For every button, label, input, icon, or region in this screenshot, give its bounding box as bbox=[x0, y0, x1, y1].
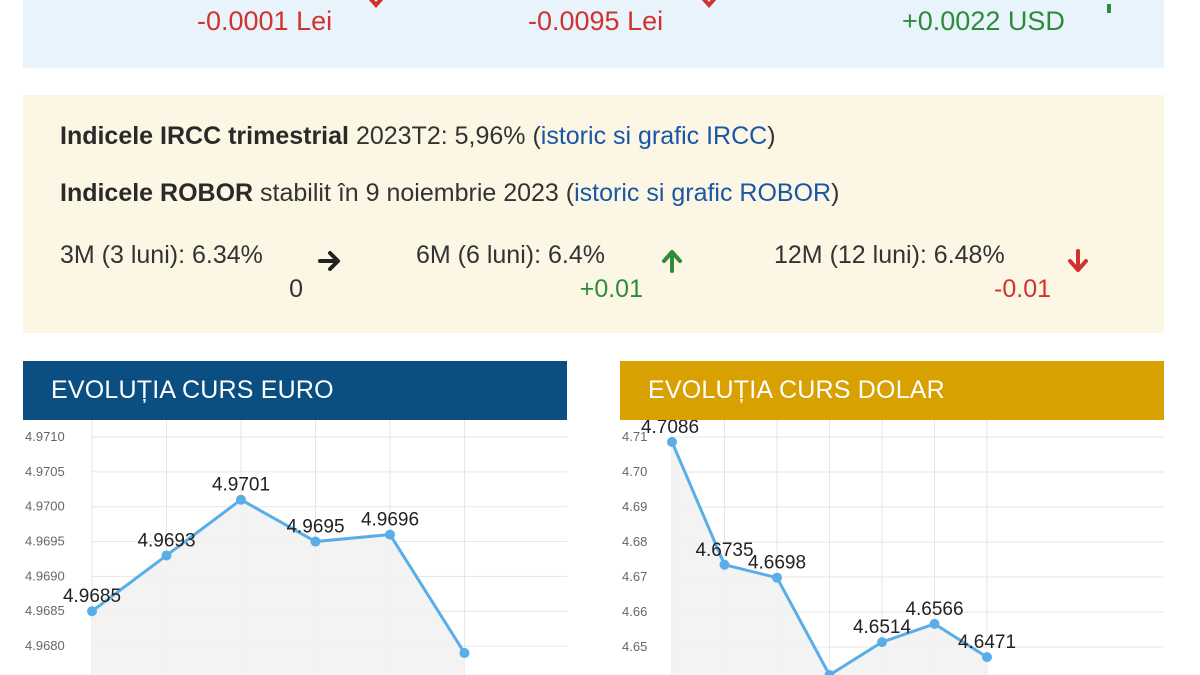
y-tick-label: 4.9705 bbox=[25, 464, 65, 479]
change-value-usd: -0.0095 Lei bbox=[528, 6, 664, 36]
arrow-down-icon bbox=[1068, 249, 1088, 272]
y-tick-label: 4.9700 bbox=[25, 499, 65, 514]
data-point[interactable] bbox=[310, 536, 321, 547]
data-point[interactable] bbox=[719, 559, 730, 570]
change-value-eur: -0.0001 Lei bbox=[197, 6, 333, 36]
data-label: 4.9693 bbox=[137, 530, 195, 551]
currency-change-panel: -0.0001 Lei -0.0095 Lei +0.0022 USD bbox=[23, 0, 1164, 68]
ircc-line: Indicele IRCC trimestrial 2023T2: 5,96% … bbox=[60, 122, 776, 151]
data-point[interactable] bbox=[236, 494, 246, 505]
robor-line: Indicele ROBOR stabilit în 9 noiembrie 2… bbox=[60, 179, 839, 208]
data-label: 4.9685 bbox=[63, 586, 121, 607]
ircc-history-link[interactable]: istoric si grafic IRCC bbox=[541, 122, 767, 150]
data-point[interactable] bbox=[772, 572, 782, 583]
data-point[interactable] bbox=[877, 637, 887, 648]
ircc-value: 2023T2: 5,96% ( bbox=[355, 122, 541, 150]
robor-delta-3m: 0 bbox=[289, 275, 303, 303]
robor-rate-12m: 12M (12 luni): 6.48% bbox=[774, 241, 1005, 269]
dolar-chart-area: 4.71 4.70 4.69 4.68 4.67 4.66 4.65 4.7086 4.6735… bbox=[620, 420, 1164, 675]
y-tick-label: 4.65 bbox=[622, 639, 647, 654]
data-label: 4.9696 bbox=[361, 510, 419, 531]
data-label: 4.6566 bbox=[905, 599, 963, 620]
y-tick-label: 4.69 bbox=[622, 499, 647, 514]
arrow-down-icon bbox=[365, 0, 387, 14]
dolar-chart-title: EVOLUȚIA CURS DOLAR bbox=[620, 361, 1164, 420]
arrow-up-icon bbox=[1104, 0, 1114, 22]
y-tick-label: 4.9690 bbox=[25, 568, 65, 583]
y-tick-label: 4.70 bbox=[622, 464, 647, 479]
robor-delta-6m: +0.01 bbox=[579, 275, 643, 303]
data-point[interactable] bbox=[161, 550, 172, 561]
data-label: 4.6735 bbox=[695, 540, 753, 561]
data-point[interactable] bbox=[982, 652, 992, 663]
data-label: 4.6514 bbox=[853, 617, 912, 638]
euro-chart-area: 4.9710 4.9705 4.9700 4.9695 4.9690 4.9685 4.96… bbox=[23, 420, 567, 675]
y-tick-label: 4.67 bbox=[622, 569, 647, 584]
euro-chart: 4.97104.97054.97004.96954.96904.96854.96… bbox=[25, 420, 567, 675]
ircc-label: Indicele IRCC trimestrial bbox=[60, 122, 349, 150]
data-point[interactable] bbox=[385, 529, 395, 540]
data-label: 4.6698 bbox=[748, 553, 806, 574]
robor-rate-3m: 3M (3 luni): 6.34% bbox=[60, 241, 263, 269]
data-point[interactable] bbox=[87, 606, 97, 617]
data-point[interactable] bbox=[667, 436, 677, 447]
robor-label: Indicele ROBOR bbox=[60, 179, 254, 207]
data-label: 4.7086 bbox=[641, 420, 699, 438]
arrow-up-icon bbox=[662, 250, 682, 273]
robor-delta-12m: -0.01 bbox=[994, 275, 1051, 303]
robor-value: stabilit în 9 noiembrie 2023 ( bbox=[260, 179, 575, 207]
arrow-down-icon bbox=[698, 0, 720, 14]
y-tick-label: 4.68 bbox=[622, 534, 647, 549]
euro-chart-title: EVOLUȚIA CURS EURO bbox=[23, 361, 567, 420]
y-tick-label: 4.9685 bbox=[25, 603, 65, 618]
arrow-right-icon bbox=[318, 251, 340, 271]
data-point[interactable] bbox=[459, 648, 470, 659]
dolar-chart-card: EVOLUȚIA CURS DOLAR 4.71 4.70 4.69 4.68 4.67… bbox=[620, 361, 1164, 675]
y-tick-label: 4.9695 bbox=[25, 534, 65, 549]
change-value-eur-usd: +0.0022 USD bbox=[902, 6, 1065, 36]
robor-rate-6m: 6M (6 luni): 6.4% bbox=[416, 241, 605, 269]
euro-chart-card: EVOLUȚIA CURS EURO 4.9710 4.9705 4.9700 4.9… bbox=[23, 361, 567, 675]
data-point[interactable] bbox=[929, 618, 940, 629]
ircc-close: ) bbox=[767, 122, 776, 150]
y-tick-label: 4.9710 bbox=[25, 429, 65, 444]
y-tick-label: 4.9680 bbox=[25, 638, 65, 653]
data-label: 4.6471 bbox=[958, 632, 1016, 653]
dolar-chart: 4.714.704.694.684.674.664.654.70864.6735… bbox=[622, 420, 1164, 675]
robor-history-link[interactable]: istoric si grafic ROBOR bbox=[574, 179, 831, 207]
interest-index-panel: Indicele IRCC trimestrial 2023T2: 5,96% … bbox=[23, 95, 1164, 333]
data-label: 4.9701 bbox=[212, 475, 270, 496]
y-tick-label: 4.66 bbox=[622, 604, 647, 619]
robor-close: ) bbox=[831, 179, 840, 207]
data-label: 4.9695 bbox=[286, 517, 344, 538]
